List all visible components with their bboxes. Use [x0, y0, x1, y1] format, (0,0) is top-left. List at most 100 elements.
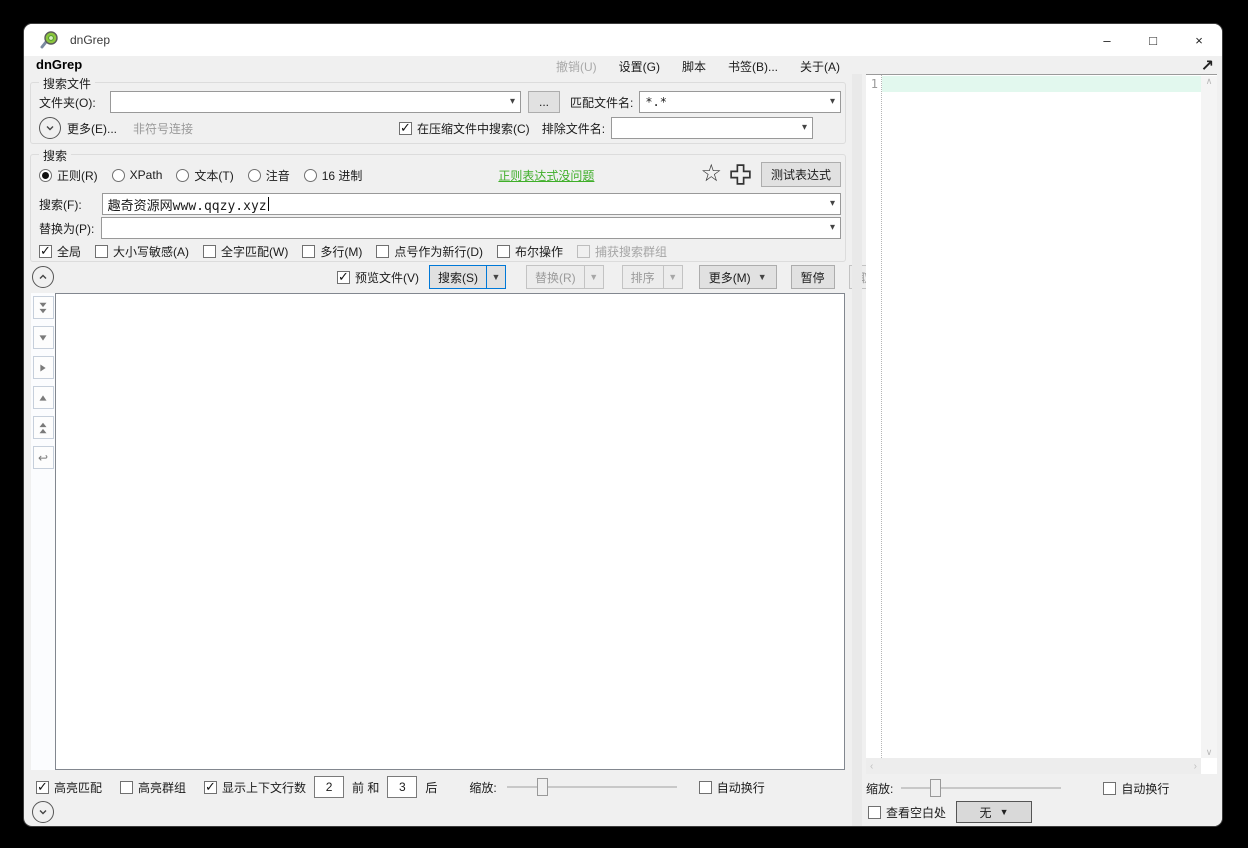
preview-footer: 缩放: 自动换行 查看空白处 无 ▼ — [862, 774, 1222, 826]
pane-splitter[interactable] — [852, 74, 862, 826]
chevron-down-icon[interactable]: ▼ — [486, 266, 505, 288]
radio-regex[interactable]: 正则(R) — [39, 167, 98, 184]
context-before-input[interactable]: 2 — [314, 776, 344, 798]
expand-more-button[interactable] — [39, 117, 61, 139]
symlink-status-label: 非符号连接 — [133, 120, 193, 137]
chevron-down-icon — [37, 806, 49, 818]
minimize-button[interactable]: – — [1084, 24, 1130, 56]
search-archives-checkbox[interactable]: 在压缩文件中搜索(C) — [399, 120, 530, 137]
results-wrap-checkbox[interactable]: 自动换行 — [699, 779, 765, 796]
menu-script[interactable]: 脚本 — [682, 58, 706, 75]
option-multiline-checkbox[interactable]: 多行(M) — [302, 243, 362, 260]
context-after-input[interactable]: 3 — [387, 776, 417, 798]
chevron-up-icon — [37, 271, 49, 283]
menu-bookmarks[interactable]: 书签(B)... — [728, 58, 778, 75]
scroll-up-icon[interactable]: ∧ — [1206, 76, 1213, 87]
slider-thumb[interactable] — [537, 778, 548, 796]
menu-undo[interactable]: 撤销(U) — [556, 58, 597, 75]
option-dot-as-newline-checkbox[interactable]: 点号作为新行(D) — [376, 243, 483, 260]
option-capture-groups-checkbox[interactable]: 捕获搜索群组 — [577, 243, 667, 260]
context-between-label: 前 和 — [352, 779, 379, 796]
match-filename-value: *.* — [645, 95, 667, 109]
arrow-right-icon — [36, 361, 50, 375]
chevron-down-icon[interactable]: ▾ — [830, 198, 835, 209]
show-context-lines-checkbox[interactable]: 显示上下文行数 — [204, 779, 306, 796]
menu-about[interactable]: 关于(A) — [800, 58, 840, 75]
scroll-left-icon[interactable]: ‹ — [870, 761, 873, 772]
first-match-button[interactable] — [33, 416, 54, 439]
popout-icon[interactable]: ↗ — [1201, 56, 1214, 76]
chevron-down-icon[interactable]: ▼ — [663, 266, 682, 288]
highlight-matches-checkbox[interactable]: 高亮匹配 — [36, 779, 102, 796]
chevron-down-icon[interactable]: ▼ — [584, 266, 603, 288]
radio-text[interactable]: 文本(T) — [176, 167, 233, 184]
search-button[interactable]: 搜索(S) ▼ — [429, 265, 506, 289]
scroll-right-icon[interactable]: › — [1194, 761, 1197, 772]
preview-editor[interactable]: 1 ∧ ∨ ‹ › — [866, 74, 1217, 774]
sort-button[interactable]: 排序 ▼ — [622, 265, 683, 289]
return-arrow-icon: ↩ — [38, 451, 48, 465]
exclude-filename-label: 排除文件名: — [542, 120, 605, 137]
chevron-down-icon[interactable]: ▾ — [830, 222, 835, 233]
option-boolean-operators-checkbox[interactable]: 布尔操作 — [497, 243, 563, 260]
browse-button[interactable]: ... — [528, 91, 560, 113]
match-filename-combobox[interactable]: *.* ▾ — [639, 91, 841, 113]
slider-thumb[interactable] — [930, 779, 941, 797]
radio-hex[interactable]: 16 进制 — [304, 167, 363, 184]
chevron-down-icon[interactable]: ▾ — [802, 122, 807, 133]
chevron-down-icon[interactable]: ▾ — [510, 96, 515, 107]
title-bar: dnGrep – □ × — [24, 24, 1222, 56]
preview-wrap-checkbox[interactable]: 自动换行 — [1103, 780, 1169, 797]
replace-with-combobox[interactable]: ▾ — [101, 217, 841, 239]
text-caret — [268, 197, 269, 211]
wrap-navigation-button[interactable]: ↩ — [33, 446, 54, 469]
last-match-button[interactable] — [33, 296, 54, 319]
next-match-button[interactable] — [33, 326, 54, 349]
maximize-button[interactable]: □ — [1130, 24, 1176, 56]
preview-file-checkbox[interactable]: 预览文件(V) — [337, 269, 419, 286]
horizontal-scrollbar[interactable]: ‹ › — [866, 758, 1201, 774]
exclude-filename-combobox[interactable]: ▾ — [611, 117, 813, 139]
menu-settings[interactable]: 设置(G) — [619, 58, 660, 75]
close-button[interactable]: × — [1176, 24, 1222, 56]
chevron-down-icon — [44, 122, 56, 134]
results-zoom-label: 缩放: — [469, 779, 496, 796]
folder-combobox[interactable]: ▾ — [110, 91, 521, 113]
vertical-scrollbar[interactable]: ∧ ∨ — [1201, 76, 1217, 758]
replace-button[interactable]: 替换(R) ▼ — [526, 265, 604, 289]
dngrep-window: dnGrep – □ × dnGrep 撤销(U) 设置(G) 脚本 书签(B)… — [24, 24, 1222, 826]
line-number-gutter: 1 — [866, 75, 882, 758]
pause-button[interactable]: 暂停 — [791, 265, 835, 289]
more-button[interactable]: 更多(M) ▼ — [699, 265, 777, 289]
radio-xpath[interactable]: XPath — [112, 168, 163, 182]
whitespace-mode-dropdown[interactable]: 无 ▼ — [956, 801, 1032, 823]
option-whole-word-checkbox[interactable]: 全字匹配(W) — [203, 243, 288, 260]
app-magnifier-icon — [40, 30, 60, 50]
replace-with-label: 替换为(P): — [39, 220, 94, 237]
group-title: 搜索文件 — [39, 75, 95, 92]
results-zoom-slider[interactable] — [507, 777, 677, 797]
whitespace-mode-value: 无 — [980, 804, 992, 821]
current-match-button[interactable] — [33, 356, 54, 379]
folder-label: 文件夹(O): — [39, 94, 96, 111]
line-number: 1 — [866, 75, 881, 91]
option-global-checkbox[interactable]: 全局 — [39, 243, 81, 260]
more-options-label[interactable]: 更多(E)... — [67, 120, 117, 137]
previous-match-button[interactable] — [33, 386, 54, 409]
match-filename-label: 匹配文件名: — [570, 94, 633, 111]
option-case-sensitive-checkbox[interactable]: 大小写敏感(A) — [95, 243, 189, 260]
chevron-down-icon[interactable]: ▾ — [830, 96, 835, 107]
scroll-down-icon[interactable]: ∨ — [1206, 747, 1213, 758]
radio-phonetic[interactable]: 注音 — [248, 167, 290, 184]
preview-zoom-slider[interactable] — [901, 778, 1061, 798]
highlight-groups-checkbox[interactable]: 高亮群组 — [120, 779, 186, 796]
search-group: 搜索 正则(R) XPath 文本(T) 注音 16 进制 正则表达 — [30, 154, 846, 262]
expand-bottom-button[interactable] — [32, 801, 54, 823]
plus-icon[interactable] — [728, 162, 753, 187]
search-results-panel[interactable] — [55, 293, 845, 770]
search-for-combobox[interactable]: 趣奇资源网www.qqzy.xyz ▾ — [102, 193, 841, 215]
star-icon[interactable]: ☆ — [700, 162, 722, 186]
collapse-top-button[interactable] — [32, 266, 54, 288]
test-expression-button[interactable]: 测试表达式 — [761, 162, 841, 187]
view-whitespace-checkbox[interactable]: 查看空白处 — [868, 804, 946, 821]
